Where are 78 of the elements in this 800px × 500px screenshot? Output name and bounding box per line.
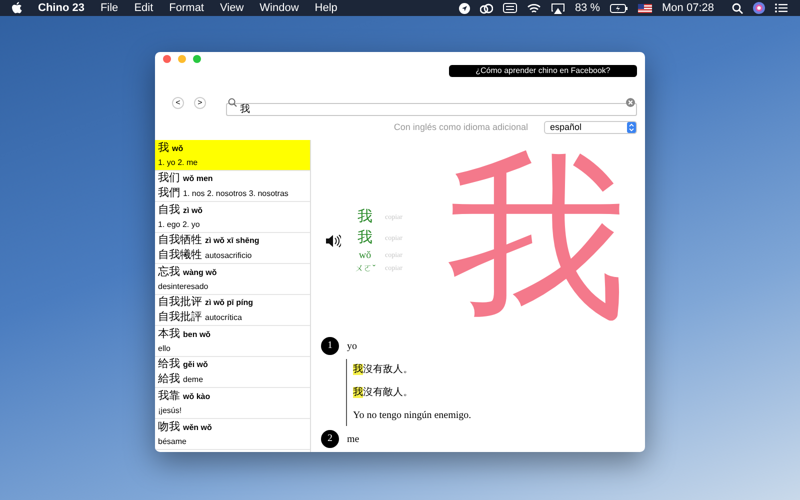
- flag-icon[interactable]: [638, 4, 652, 12]
- traditional-hanzi: 自我批評: [158, 310, 202, 324]
- meaning: 1. yo 2. me: [158, 156, 198, 169]
- meaning: 1. nos 2. nosotros 3. nosotras: [183, 188, 288, 200]
- menu-item[interactable]: Edit: [134, 0, 154, 16]
- example-sentence: 我沒有敵人。: [353, 386, 414, 400]
- pinyin: wǒ: [172, 142, 184, 154]
- hanzi: 我: [158, 140, 169, 154]
- meaning: ¡jesús!: [158, 404, 182, 417]
- sense-meaning: me: [347, 432, 360, 446]
- pinyin: wǒ men: [183, 173, 213, 185]
- forward-button[interactable]: >: [194, 96, 206, 108]
- language-label: Con inglés como idioma adicional: [394, 121, 528, 134]
- traditional-hanzi: 給我: [158, 372, 180, 386]
- location-icon[interactable]: [458, 2, 470, 14]
- result-item[interactable]: 吻我 wěn wǒ bésame: [155, 419, 310, 450]
- character-form: wǒ: [358, 248, 372, 262]
- close-button[interactable]: [163, 55, 171, 63]
- hanzi: 自我: [158, 202, 180, 216]
- sense-meaning: yo: [347, 340, 357, 354]
- pinyin: gěi wǒ: [183, 359, 208, 371]
- menu-item[interactable]: Help: [314, 0, 338, 16]
- dropdown-arrows-icon[interactable]: [627, 122, 636, 134]
- search-field[interactable]: 我: [226, 103, 637, 116]
- hanzi: 给我: [158, 357, 180, 371]
- facebook-button[interactable]: ¿Cómo aprender chino en Facebook?: [449, 65, 637, 77]
- example-sentence: 我沒有敌人。: [353, 362, 414, 377]
- meaning: autocrítica: [205, 312, 242, 324]
- hanzi: 吻我: [158, 420, 180, 434]
- hanzi: 自我批评: [158, 295, 202, 309]
- cloud-icon[interactable]: [480, 2, 493, 14]
- pinyin: zì wǒ: [183, 204, 203, 216]
- siri-icon[interactable]: [753, 2, 765, 14]
- meaning: autosacrificio: [205, 250, 252, 262]
- clock: Mon 07:28: [662, 0, 714, 16]
- list-icon[interactable]: [775, 3, 788, 13]
- menu-item[interactable]: File: [100, 0, 118, 16]
- pinyin: zì wǒ pī píng: [205, 297, 253, 309]
- language-dropdown[interactable]: español: [544, 121, 637, 134]
- meaning: 1. ego 2. yo: [158, 218, 200, 231]
- meaning: desinteresado: [158, 280, 208, 292]
- meaning: ello: [158, 342, 170, 354]
- character-form: 我: [356, 228, 374, 248]
- pinyin: ben wǒ: [183, 328, 211, 340]
- meaning: deme: [183, 374, 204, 386]
- menu-item[interactable]: Window: [260, 0, 299, 16]
- wifi-icon[interactable]: [526, 2, 541, 14]
- traditional-hanzi: 自我犧牲: [158, 248, 202, 262]
- pinyin: wěn wǒ: [183, 422, 212, 434]
- hanzi: 我靠: [158, 388, 180, 402]
- clear-icon[interactable]: [626, 98, 635, 107]
- pinyin: wǒ kào: [183, 390, 210, 402]
- search-icon[interactable]: [732, 2, 743, 14]
- hanzi: 忘我: [158, 264, 180, 278]
- pinyin: zì wǒ xī shēng: [205, 235, 260, 247]
- sense-number: 2: [321, 430, 339, 448]
- hanzi: 本我: [158, 326, 180, 340]
- character-form: ㄨㄛˇ: [354, 262, 376, 274]
- hanzi: 自我牺牲: [158, 233, 202, 247]
- app-menu[interactable]: Chino 23: [38, 0, 84, 16]
- keyboard-icon[interactable]: [502, 3, 517, 13]
- hanzi: 我们: [158, 171, 180, 185]
- traditional-hanzi: 我們: [158, 186, 180, 200]
- menu-item[interactable]: Format: [169, 0, 204, 16]
- back-button[interactable]: <: [172, 96, 184, 108]
- menu-item[interactable]: View: [220, 0, 244, 16]
- battery-percentage: 83 %: [574, 0, 600, 16]
- speaker-icon[interactable]: [325, 234, 341, 248]
- apple-icon[interactable]: [12, 2, 22, 14]
- character-form: 我: [356, 208, 374, 226]
- battery-icon[interactable]: [610, 4, 628, 12]
- pinyin: wàng wǒ: [183, 266, 217, 279]
- stroke-order-character: 我: [447, 138, 627, 338]
- sense-number: 1: [321, 337, 339, 355]
- airplay-icon[interactable]: [550, 2, 565, 14]
- result-item[interactable]: 我靠 wǒ kào ¡jesús!: [155, 388, 310, 419]
- meaning: bésame: [158, 436, 186, 448]
- example-translation: Yo no tengo ningún enemigo.: [353, 409, 472, 423]
